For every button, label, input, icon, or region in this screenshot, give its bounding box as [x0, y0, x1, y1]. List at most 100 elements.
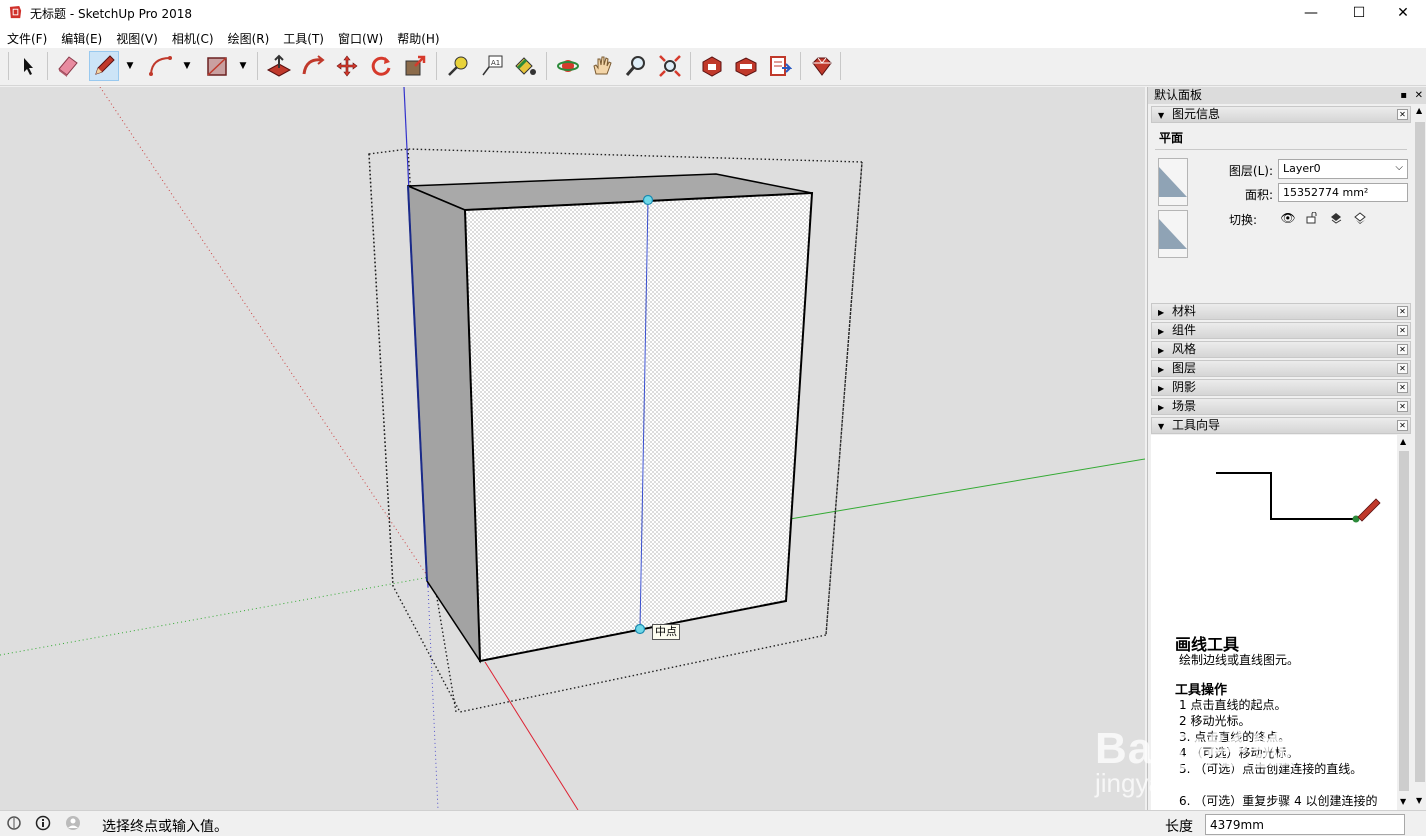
tray-layers-header[interactable]: ▶ 图层 ✕	[1151, 360, 1411, 377]
tray-close-icon[interactable]: ✕	[1397, 306, 1408, 317]
select-tool-button[interactable]	[13, 51, 43, 81]
green-axis-dotted	[0, 566, 486, 656]
modeling-viewport[interactable]: 中点	[0, 87, 1145, 810]
receive-shadows-toggle[interactable]	[1349, 208, 1371, 228]
tray-close-icon[interactable]: ✕	[1397, 325, 1408, 336]
tray-materials-header[interactable]: ▶ 材料 ✕	[1151, 303, 1411, 320]
status-prompt: 选择终点或输入值。	[102, 819, 228, 835]
measurements-input[interactable]: 4379mm	[1205, 814, 1405, 835]
collapse-triangle-icon: ▼	[1158, 422, 1165, 431]
close-button[interactable]: ✕	[1380, 0, 1426, 26]
line-tool-button[interactable]	[89, 51, 119, 81]
tray-close-icon[interactable]: ✕	[1397, 109, 1408, 120]
minimize-button[interactable]: —	[1288, 0, 1334, 26]
measurements-label: 长度	[1165, 819, 1193, 835]
toolbar-separator	[8, 52, 9, 80]
rotate-tool-button[interactable]	[366, 51, 396, 81]
tray-close-icon[interactable]: ✕	[1397, 420, 1408, 431]
expand-triangle-icon: ▶	[1158, 365, 1165, 374]
text-tool-button[interactable]: A1	[477, 51, 507, 81]
menu-edit[interactable]: 编辑(E)	[54, 26, 109, 48]
visibility-toggle[interactable]: 👁	[1277, 208, 1299, 228]
push-pull-tool-button[interactable]	[264, 51, 294, 81]
tray-title: 场景	[1172, 399, 1197, 413]
tray-scenes-header[interactable]: ▶ 场景 ✕	[1151, 398, 1411, 415]
eraser-tool-button[interactable]	[53, 51, 83, 81]
scroll-thumb[interactable]	[1399, 451, 1409, 791]
line-tool-illustration	[1216, 472, 1381, 523]
tray-close-icon[interactable]: ✕	[1397, 344, 1408, 355]
zoom-extents-tool-button[interactable]	[655, 51, 685, 81]
tray-title: 风格	[1172, 342, 1197, 356]
paint-bucket-tool-button[interactable]	[510, 51, 540, 81]
blue-axis-dotted	[427, 586, 439, 810]
extension-manager-button[interactable]	[807, 51, 837, 81]
tray-close-icon[interactable]: ✕	[1397, 382, 1408, 393]
tray-close-icon[interactable]: ✕	[1397, 363, 1408, 374]
toolbar: ▼ ▼ ▼ A1	[0, 48, 1426, 86]
extension-warehouse-icon	[735, 57, 757, 77]
tray-instructor-header[interactable]: ▼ 工具向导 ✕	[1151, 417, 1411, 434]
area-value: 15352774 mm²	[1283, 186, 1369, 199]
tray-close-icon[interactable]: ✕	[1397, 401, 1408, 412]
lock-toggle[interactable]	[1301, 208, 1323, 228]
menu-draw[interactable]: 绘图(R)	[221, 26, 277, 48]
maximize-button[interactable]: ☐	[1336, 0, 1382, 26]
area-field: 15352774 mm²	[1278, 183, 1408, 202]
send-to-layout-button[interactable]	[765, 51, 795, 81]
divider	[1155, 149, 1407, 150]
line-tool-dropdown[interactable]: ▼	[123, 51, 137, 81]
material-preview-icon	[1159, 167, 1187, 197]
back-material-swatch[interactable]	[1158, 210, 1188, 258]
layer-select[interactable]: Layer0 ⌵	[1278, 159, 1408, 179]
geo-location-icon[interactable]	[6, 815, 22, 831]
pin-icon[interactable]: ▪	[1400, 87, 1407, 104]
zoom-tool-button[interactable]	[621, 51, 651, 81]
rectangle-tool-button[interactable]	[202, 51, 232, 81]
toggle-label: 切换:	[1228, 213, 1257, 227]
front-material-swatch[interactable]	[1158, 158, 1188, 206]
scene-canvas[interactable]	[0, 87, 1145, 810]
menu-view[interactable]: 视图(V)	[109, 26, 165, 48]
scroll-up-icon[interactable]: ▲	[1416, 106, 1422, 115]
tape-measure-tool-button[interactable]	[443, 51, 473, 81]
scroll-down-icon[interactable]: ▼	[1400, 797, 1406, 806]
menu-tools[interactable]: 工具(T)	[276, 26, 331, 48]
rectangle-tool-dropdown[interactable]: ▼	[236, 51, 250, 81]
tray-components-header[interactable]: ▶ 组件 ✕	[1151, 322, 1411, 339]
orbit-tool-button[interactable]	[553, 51, 583, 81]
instructor-scrollbar[interactable]: ▲ ▼	[1397, 435, 1411, 810]
cast-shadows-toggle[interactable]	[1325, 208, 1347, 228]
tray-styles-header[interactable]: ▶ 风格 ✕	[1151, 341, 1411, 358]
scroll-up-icon[interactable]: ▲	[1400, 437, 1406, 446]
scroll-thumb[interactable]	[1415, 122, 1425, 782]
tape-measure-icon	[448, 56, 468, 76]
pan-tool-button[interactable]	[587, 51, 617, 81]
extension-warehouse-button[interactable]	[731, 51, 761, 81]
3d-warehouse-button[interactable]	[697, 51, 727, 81]
paint-bucket-icon	[515, 57, 536, 75]
dropdown-arrow-icon: ▼	[126, 61, 134, 71]
box-front-face-selected[interactable]	[463, 191, 814, 663]
panel-header: 默认面板 ▪ ✕	[1148, 87, 1426, 104]
scroll-down-icon[interactable]: ▼	[1416, 796, 1422, 805]
scale-tool-button[interactable]	[400, 51, 430, 81]
arc-tool-dropdown[interactable]: ▼	[180, 51, 194, 81]
follow-me-tool-button[interactable]	[298, 51, 328, 81]
panel-close-icon[interactable]: ✕	[1415, 87, 1423, 104]
pencil-icon	[95, 55, 115, 75]
panel-scrollbar[interactable]: ▲ ▼	[1413, 104, 1426, 810]
tray-entity-info-header[interactable]: ▼ 图元信息 ✕	[1151, 106, 1411, 123]
menu-file[interactable]: 文件(F)	[0, 26, 54, 48]
menu-camera[interactable]: 相机(C)	[165, 26, 221, 48]
info-credits-icon[interactable]	[35, 815, 51, 831]
menu-help[interactable]: 帮助(H)	[390, 26, 446, 48]
measurements-value: 4379mm	[1210, 818, 1264, 832]
toolbar-separator	[840, 52, 841, 80]
menu-window[interactable]: 窗口(W)	[331, 26, 390, 48]
tray-shadows-header[interactable]: ▶ 阴影 ✕	[1151, 379, 1411, 396]
move-tool-button[interactable]	[332, 51, 362, 81]
arc-tool-button[interactable]	[146, 51, 176, 81]
user-account-icon[interactable]	[65, 815, 81, 831]
layer-label: 图层(L):	[1228, 164, 1273, 178]
